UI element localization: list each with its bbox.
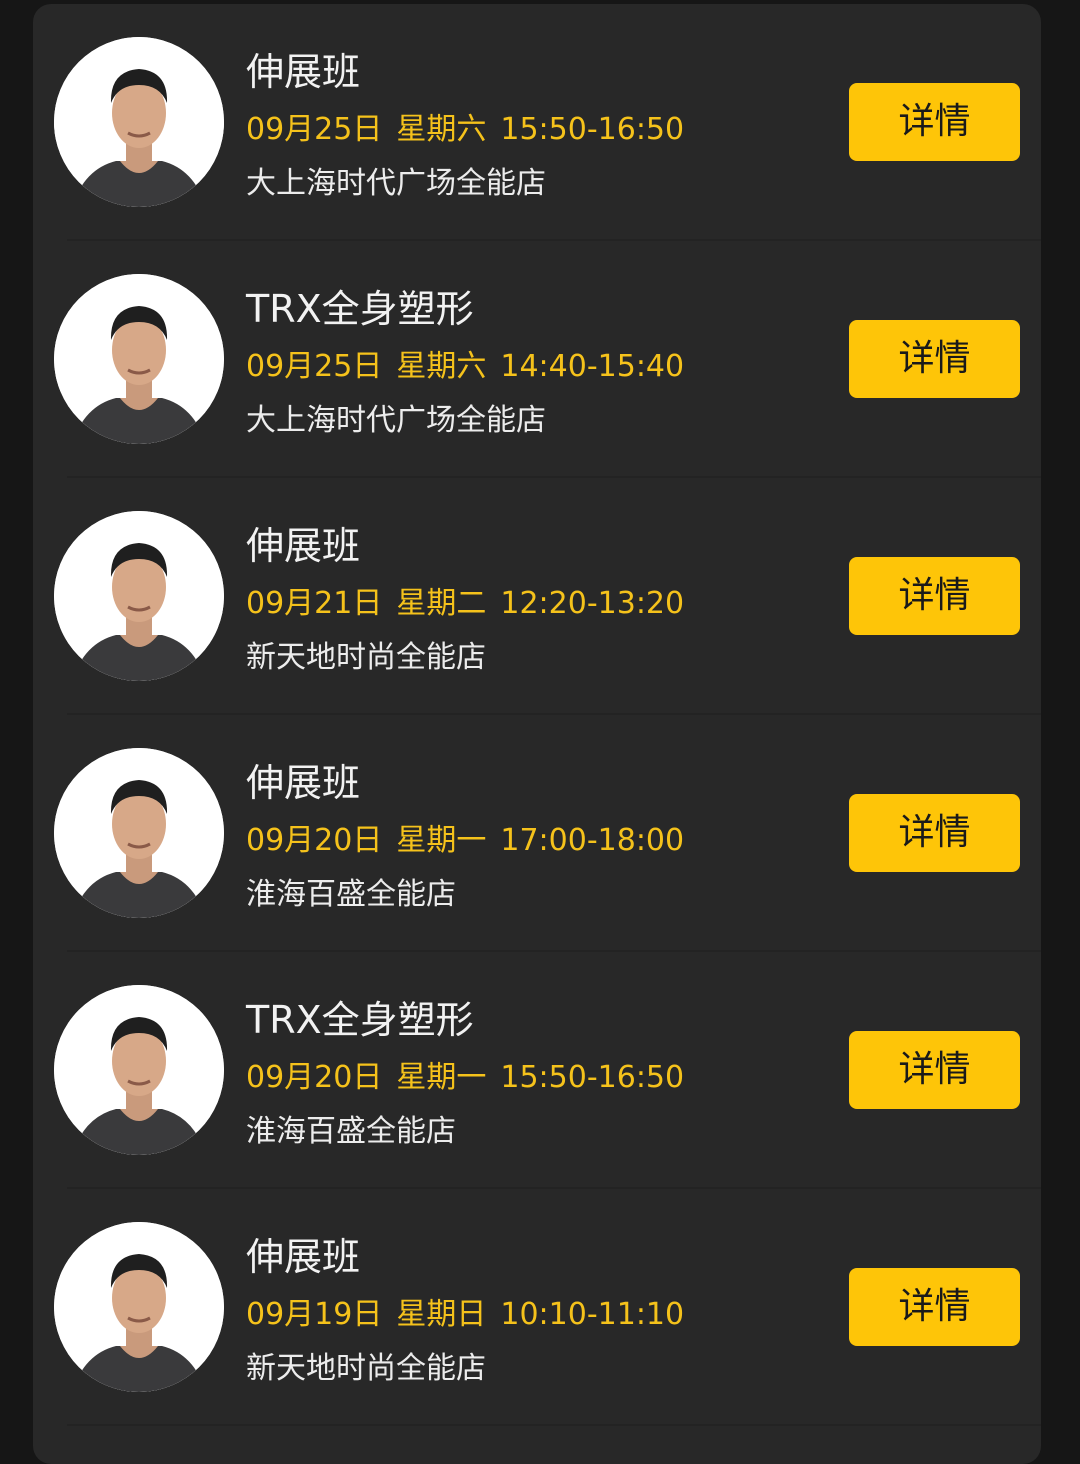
class-date: 09月21日 [246,586,383,621]
class-list-item[interactable]: TRX全身塑形 09月20日 星期一 15:50-16:50 淮海百盛全能店 详情 [33,952,1041,1189]
class-weekday: 星期一 [396,823,487,858]
details-button[interactable]: 详情 [849,1268,1020,1346]
class-list-item[interactable]: 伸展班 09月21日 星期二 12:20-13:20 新天地时尚全能店 详情 [33,478,1041,715]
class-date: 09月25日 [246,112,383,147]
class-title: 伸展班 [246,1235,361,1279]
class-location: 淮海百盛全能店 [246,1114,456,1149]
class-weekday: 星期日 [396,1297,487,1332]
class-location: 新天地时尚全能店 [246,1351,486,1386]
class-schedule: 09月21日 星期二 12:20-13:20 [246,584,698,624]
details-button[interactable]: 详情 [849,320,1020,398]
details-button[interactable]: 详情 [849,557,1020,635]
class-title: 伸展班 [246,50,361,94]
class-list-panel: 伸展班 09月25日 星期六 15:50-16:50 大上海时代广场全能店 详情 T… [33,4,1041,1464]
class-time: 14:40-15:40 [500,349,685,384]
class-title: 伸展班 [246,761,361,805]
trainer-avatar-icon [54,511,224,681]
class-list-item[interactable]: TRX全身塑形 09月25日 星期六 14:40-15:40 大上海时代广场全能店 … [33,241,1041,478]
row-divider [67,1424,1041,1426]
details-button[interactable]: 详情 [849,83,1020,161]
class-time: 17:00-18:00 [500,823,685,858]
trainer-avatar-icon [54,274,224,444]
class-time: 15:50-16:50 [500,112,685,147]
class-title: TRX全身塑形 [246,287,474,331]
class-title: 伸展班 [246,524,361,568]
class-schedule: 09月25日 星期六 15:50-16:50 [246,110,698,150]
class-date: 09月19日 [246,1297,383,1332]
class-location: 新天地时尚全能店 [246,640,486,675]
class-list-item[interactable]: 伸展班 09月25日 星期六 15:50-16:50 大上海时代广场全能店 详情 [33,4,1041,241]
trainer-avatar-icon [54,37,224,207]
class-weekday: 星期一 [396,1060,487,1095]
class-list-item[interactable]: 伸展班 09月19日 星期日 10:10-11:10 新天地时尚全能店 详情 [33,1189,1041,1426]
class-time: 15:50-16:50 [500,1060,685,1095]
class-schedule: 09月20日 星期一 15:50-16:50 [246,1058,698,1098]
class-schedule: 09月25日 星期六 14:40-15:40 [246,347,698,387]
class-weekday: 星期六 [396,112,487,147]
trainer-avatar-icon [54,748,224,918]
class-schedule: 09月19日 星期日 10:10-11:10 [246,1295,698,1335]
class-list-item[interactable]: 伸展班 09月20日 星期一 17:00-18:00 淮海百盛全能店 详情 [33,715,1041,952]
class-location: 大上海时代广场全能店 [246,403,546,438]
class-title: TRX全身塑形 [246,998,474,1042]
class-weekday: 星期二 [396,586,487,621]
class-date: 09月20日 [246,823,383,858]
trainer-avatar-icon [54,1222,224,1392]
class-schedule: 09月20日 星期一 17:00-18:00 [246,821,698,861]
class-time: 12:20-13:20 [500,586,685,621]
class-time: 10:10-11:10 [500,1297,685,1332]
trainer-avatar-icon [54,985,224,1155]
class-weekday: 星期六 [396,349,487,384]
class-location: 大上海时代广场全能店 [246,166,546,201]
class-location: 淮海百盛全能店 [246,877,456,912]
class-date: 09月25日 [246,349,383,384]
details-button[interactable]: 详情 [849,1031,1020,1109]
details-button[interactable]: 详情 [849,794,1020,872]
class-date: 09月20日 [246,1060,383,1095]
